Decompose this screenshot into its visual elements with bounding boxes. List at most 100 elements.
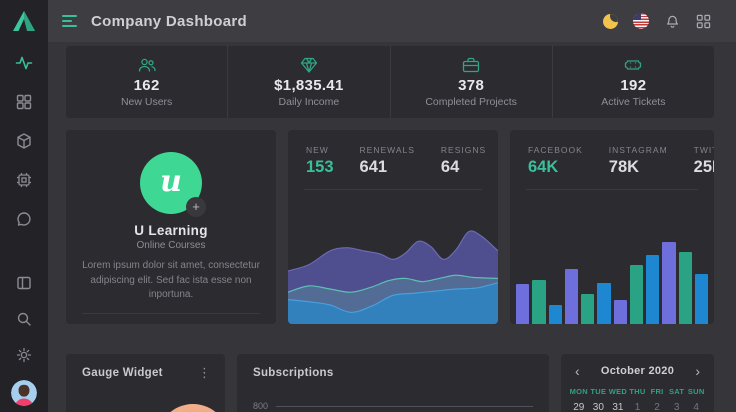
cube-icon [15,132,33,150]
sidebar-item-layout[interactable] [13,272,35,294]
members-card: NEW 153 RENEWALS 641 RESIGNS 64 [288,130,498,324]
bar [614,300,627,324]
activity-icon [15,54,33,72]
divider [82,313,260,314]
stat-completed-projects[interactable]: 378 Completed Projects [390,46,552,118]
user-avatar[interactable] [11,380,37,406]
divider [526,189,698,190]
profile-stats: POSTS 864 PROJECTS 261 FOLLOWERS 32K [66,323,276,325]
dashboard-grid-icon [15,93,33,111]
gear-icon [15,346,33,364]
us-flag-icon [633,13,649,29]
calendar-date[interactable]: 31 [608,402,628,412]
bar [630,265,643,324]
calendar-month-label: October 2020 [601,365,674,377]
calendar-date[interactable]: 4 [686,402,706,412]
sidebar-item-products[interactable] [13,130,35,152]
sidebar-item-activity[interactable] [13,52,35,74]
sidebar [0,0,48,412]
stat-daily-income[interactable]: $1,835.41 Daily Income [227,46,389,118]
metric-twitter: TWITTER 25K [694,145,714,177]
triangle-logo-icon [11,9,37,33]
calendar-day-names: MONTUEWEDTHUFRISATSUN [561,387,714,396]
calendar-prev-button[interactable]: ‹ [575,365,580,377]
metric-resigns: RESIGNS 64 [441,145,486,177]
sidebar-item-dashboard[interactable] [13,91,35,113]
ticket-icon [623,56,643,74]
subscriptions-card: Subscriptions 800 [237,354,549,412]
sidebar-nav-bottom [11,272,37,406]
apps-button[interactable] [694,12,712,30]
profile-stat-followers: FOLLOWERS 32K [203,323,266,325]
profile-card: u + U Learning Online Courses Lorem ipsu… [66,130,276,324]
briefcase-icon [461,56,481,74]
social-card: FACEBOOK 64K INSTAGRAM 78K TWITTER 25K [510,130,714,324]
users-icon [137,56,157,74]
metric-renewals: RENEWALS 641 [360,145,415,177]
y-axis-tick: 800 [253,401,268,411]
subscriptions-axis: 800 [253,401,533,411]
bar [581,294,594,324]
bar [565,269,578,324]
calendar-next-button[interactable]: › [695,365,700,377]
bell-icon [664,13,681,30]
app-logo[interactable] [0,0,48,42]
calendar-date[interactable]: 29 [569,402,589,412]
apps-grid-icon [696,14,711,29]
calendar-day-name: MON [569,387,589,396]
gridline [276,406,533,407]
sidebar-nav-top [13,52,35,230]
kebab-menu-icon[interactable]: ⋮ [198,368,211,378]
divider [304,189,482,190]
subscriptions-title: Subscriptions [253,367,334,379]
diamond-icon [299,56,319,74]
dashboard-screen: Company Dashboard 162 New Users $1,835.4… [0,0,736,412]
sidebar-item-messages[interactable] [13,208,35,230]
menu-toggle-icon[interactable] [62,15,78,27]
social-metrics: FACEBOOK 64K INSTAGRAM 78K TWITTER 25K [510,130,714,177]
social-bar-chart [516,212,708,324]
calendar-date[interactable]: 2 [647,402,667,412]
stat-value: 192 [620,77,646,94]
stat-new-users[interactable]: 162 New Users [66,46,227,118]
notifications-button[interactable] [663,12,681,30]
metric-instagram: INSTAGRAM 78K [609,145,668,177]
chip-icon [15,171,33,189]
calendar-day-name: SUN [686,387,706,396]
profile-name: U Learning [66,223,276,238]
stat-label: Active Tickets [601,96,665,108]
stat-value: 378 [458,77,484,94]
header-actions [601,12,712,30]
calendar-day-name: THU [628,387,648,396]
layout-panel-icon [15,274,33,292]
theme-toggle-button[interactable] [601,12,619,30]
stat-label: New Users [121,96,172,108]
stat-value: $1,835.41 [274,77,343,94]
avatar-photo-icon [11,380,37,406]
sidebar-item-search[interactable] [13,308,35,330]
sidebar-item-settings[interactable] [13,344,35,366]
calendar-date[interactable]: 30 [589,402,609,412]
calendar-week-row: 2930311234 [561,402,714,412]
language-button[interactable] [632,12,650,30]
gauge-arc [157,404,225,412]
search-icon [15,310,33,328]
add-follow-button[interactable]: + [186,197,206,217]
bar [695,274,708,324]
calendar-date[interactable]: 3 [667,402,687,412]
calendar-day-name: WED [608,387,628,396]
calendar-date[interactable]: 1 [628,402,648,412]
moon-icon [603,14,618,29]
top-header: Company Dashboard [48,0,736,42]
profile-stat-posts: POSTS 864 [76,323,139,325]
gauge-title: Gauge Widget [82,367,163,379]
profile-description: Lorem ipsum dolor sit amet, consectetur … [82,259,260,303]
bar [516,284,529,324]
calendar-day-name: TUE [589,387,609,396]
bar [679,252,692,324]
stat-active-tickets[interactable]: 192 Active Tickets [552,46,714,118]
members-metrics: NEW 153 RENEWALS 641 RESIGNS 64 [288,130,498,177]
profile-stat-projects: PROJECTS 261 [139,323,202,325]
calendar-day-name: FRI [647,387,667,396]
sidebar-item-system[interactable] [13,169,35,191]
